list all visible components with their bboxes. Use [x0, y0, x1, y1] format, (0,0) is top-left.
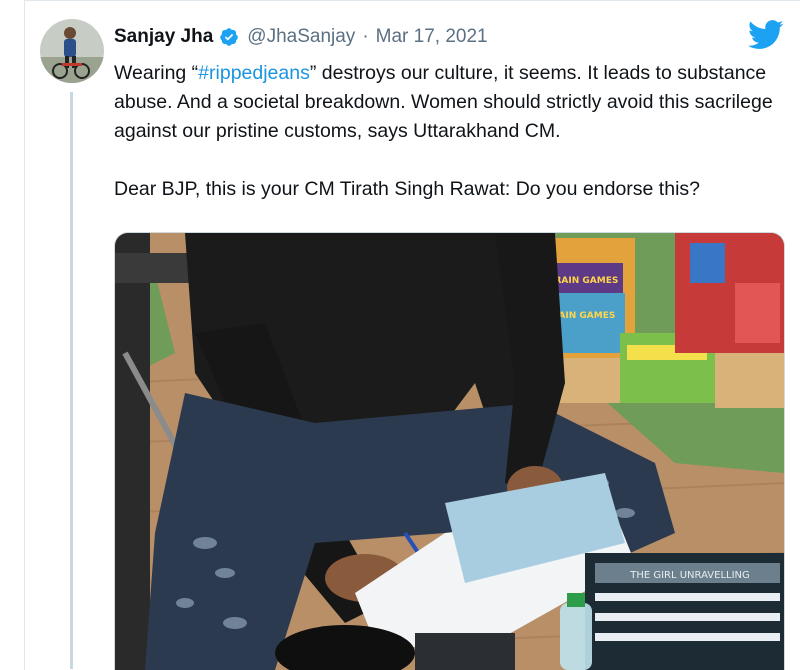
tweet-text: Wearing “#rippedjeans” destroys our cult…: [114, 59, 774, 204]
separator-dot: ·: [362, 26, 369, 47]
tweet-date[interactable]: Mar 17, 2021: [376, 26, 488, 48]
tweet-header: Sanjay Jha @JhaSanjay · Mar 17, 2021: [114, 22, 488, 52]
tweet-paragraph-1: Wearing “#rippedjeans” destroys our cult…: [114, 59, 774, 146]
tweet-text-part: Wearing “: [114, 62, 199, 84]
tweet-photo[interactable]: BRAIN GAMES BRAIN GAMES THE GIRL UNRAVEL…: [114, 232, 785, 670]
verified-badge-icon: [219, 27, 239, 47]
hashtag-link[interactable]: #rippedjeans: [198, 62, 310, 84]
thread-line: [70, 92, 73, 669]
twitter-bird-icon[interactable]: [748, 20, 784, 50]
tweet-paragraph-2: Dear BJP, this is your CM Tirath Singh R…: [114, 178, 700, 200]
author-handle[interactable]: @JhaSanjay: [247, 26, 355, 48]
avatar[interactable]: [40, 19, 104, 83]
author-name[interactable]: Sanjay Jha: [114, 26, 213, 48]
book-cover-text: THE GIRL UNRAVELLING: [629, 570, 750, 581]
